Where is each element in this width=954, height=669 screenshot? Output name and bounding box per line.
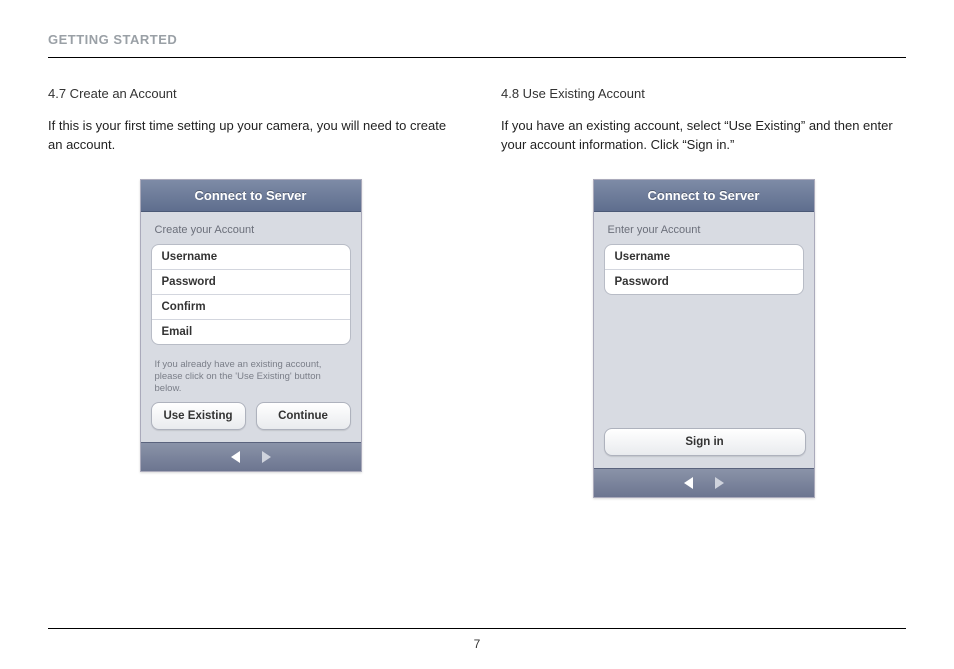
page-number: 7 [48, 637, 906, 651]
nav-back-icon-2[interactable] [684, 477, 693, 489]
nav-back-icon[interactable] [231, 451, 240, 463]
right-phone-body: Enter your Account Username Password Sig… [594, 212, 814, 468]
right-heading: 4.8 Use Existing Account [501, 86, 906, 101]
nav-forward-icon[interactable] [262, 451, 271, 463]
right-column: 4.8 Use Existing Account If you have an … [501, 86, 906, 498]
left-field-group: Username Password Confirm Email [151, 244, 351, 345]
right-button-row: Sign in [604, 428, 804, 456]
footer: 7 [48, 628, 906, 651]
right-phone-title: Connect to Server [594, 180, 814, 212]
left-phone-note: If you already have an existing account,… [155, 359, 347, 396]
continue-button[interactable]: Continue [256, 402, 351, 430]
right-phone-subtitle: Enter your Account [608, 224, 804, 236]
left-phone-body: Create your Account Username Password Co… [141, 212, 361, 442]
left-body: If this is your first time setting up yo… [48, 117, 453, 155]
left-phone-nav [141, 442, 361, 471]
bottom-rule [48, 628, 906, 629]
username-field[interactable]: Username [152, 245, 350, 269]
right-phone: Connect to Server Enter your Account Use… [593, 179, 815, 498]
page-root: GETTING STARTED 4.7 Create an Account If… [0, 0, 954, 669]
left-phone: Connect to Server Create your Account Us… [140, 179, 362, 472]
left-phone-title: Connect to Server [141, 180, 361, 212]
columns: 4.7 Create an Account If this is your fi… [48, 86, 906, 498]
confirm-field[interactable]: Confirm [152, 294, 350, 319]
right-field-group: Username Password [604, 244, 804, 295]
existing-password-field[interactable]: Password [605, 269, 803, 294]
sign-in-button[interactable]: Sign in [604, 428, 806, 456]
section-title: GETTING STARTED [48, 32, 906, 47]
password-field[interactable]: Password [152, 269, 350, 294]
left-heading: 4.7 Create an Account [48, 86, 453, 101]
right-phone-nav [594, 468, 814, 497]
email-field[interactable]: Email [152, 319, 350, 344]
left-column: 4.7 Create an Account If this is your fi… [48, 86, 453, 498]
left-phone-subtitle: Create your Account [155, 224, 351, 236]
right-body: If you have an existing account, select … [501, 117, 906, 155]
nav-forward-icon-2[interactable] [715, 477, 724, 489]
existing-username-field[interactable]: Username [605, 245, 803, 269]
use-existing-button[interactable]: Use Existing [151, 402, 246, 430]
left-button-row: Use Existing Continue [151, 402, 351, 430]
top-rule [48, 57, 906, 58]
